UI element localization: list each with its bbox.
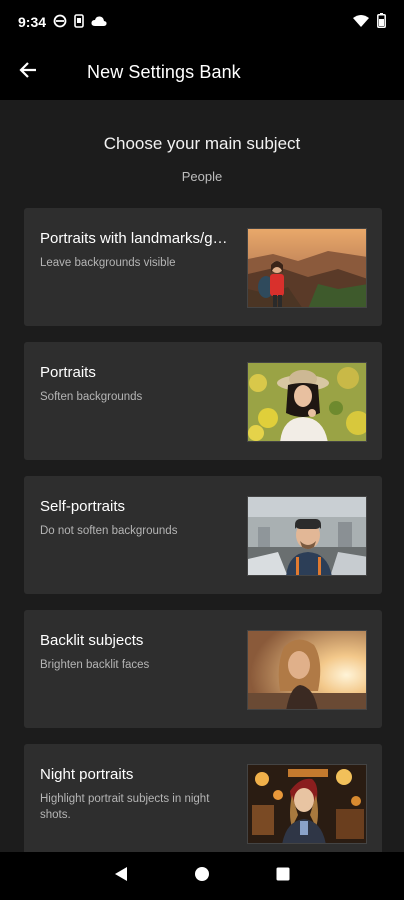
category-label: People xyxy=(181,169,223,184)
night-woman-photo xyxy=(247,764,367,844)
option-card-backlit-subjects[interactable]: Backlit subjects Brighten backlit faces xyxy=(24,610,382,728)
nav-home-button[interactable] xyxy=(182,856,222,896)
option-card-portraits[interactable]: Portraits Soften backgrounds xyxy=(24,342,382,460)
backlit-woman-photo xyxy=(247,630,367,710)
home-circle-icon xyxy=(194,866,210,887)
status-left: 9:34 xyxy=(18,13,107,31)
cloud-icon xyxy=(91,14,107,30)
status-right xyxy=(353,13,386,31)
battery-icon xyxy=(377,13,386,31)
main-heading: Choose your main subject xyxy=(103,134,301,153)
recents-square-icon xyxy=(276,867,290,886)
app-bar: New Settings Bank xyxy=(0,44,404,100)
woman-in-flowers-photo xyxy=(247,362,367,442)
option-description: Brighten backlit faces xyxy=(40,659,150,671)
selfie-man-photo xyxy=(247,496,367,576)
back-button[interactable] xyxy=(0,44,56,100)
arrow-back-icon xyxy=(19,61,37,84)
vpn-icon xyxy=(53,14,67,31)
page-title: New Settings Bank xyxy=(87,61,241,82)
option-title: Self-portraits xyxy=(40,498,126,515)
option-card-night-portraits[interactable]: Night portraits Highlight portrait subje… xyxy=(24,744,382,852)
option-title: Backlit subjects xyxy=(40,632,144,649)
option-card-self-portraits[interactable]: Self-portraits Do not soften backgrounds xyxy=(24,476,382,594)
option-card-portraits-landmarks[interactable]: Portraits with landmarks/g… Leave backgr… xyxy=(24,208,382,326)
option-description: Highlight portrait subjects in night sho… xyxy=(40,793,210,821)
back-triangle-icon xyxy=(114,866,128,887)
option-title: Portraits xyxy=(40,364,96,381)
system-nav-bar xyxy=(0,852,404,900)
hiker-with-landmark-photo xyxy=(247,228,367,308)
status-bar: 9:34 xyxy=(0,0,404,44)
option-title: Night portraits xyxy=(40,766,134,783)
wifi-icon xyxy=(353,14,369,30)
option-description: Soften backgrounds xyxy=(40,391,143,403)
status-time: 9:34 xyxy=(18,14,47,30)
nav-recents-button[interactable] xyxy=(263,856,303,896)
option-title: Portraits with landmarks/g… xyxy=(40,230,228,247)
option-description: Do not soften backgrounds xyxy=(40,525,178,537)
phone-icon xyxy=(74,13,84,31)
option-description: Leave backgrounds visible xyxy=(40,257,176,269)
settings-content[interactable]: Choose your main subject People Portrait… xyxy=(0,100,404,852)
nav-back-button[interactable] xyxy=(101,856,141,896)
